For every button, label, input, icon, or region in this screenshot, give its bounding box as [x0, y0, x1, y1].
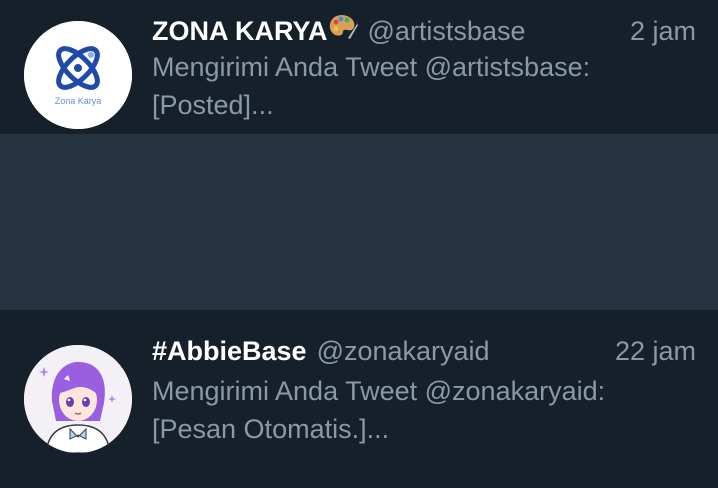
- message-preview: Mengirimi Anda Tweet @zonakaryaid: [Pesa…: [152, 376, 606, 444]
- timestamp: 2 jam: [629, 16, 696, 46]
- zona-karya-logo-icon: Zona Karya: [24, 21, 132, 129]
- avatar[interactable]: Zona Karya: [24, 21, 132, 129]
- artist-palette-icon: [328, 12, 358, 40]
- sender-handle: @zonakaryaid: [316, 336, 490, 366]
- conversation-header: ZONA KARYA @artistsbase 2 jam: [152, 12, 696, 46]
- section-divider: [0, 134, 718, 310]
- logo-text: Zona Karya: [55, 96, 102, 106]
- conversation-header: #AbbieBase @zonakaryaid 22 jam: [152, 336, 696, 370]
- conversation-item[interactable]: #AbbieBase @zonakaryaid 22 jam Mengirimi…: [0, 310, 718, 488]
- anime-girl-avatar-icon: [24, 345, 132, 453]
- sender-name[interactable]: ZONA KARYA: [152, 16, 328, 47]
- conversation-item[interactable]: Zona Karya ZONA KARYA @artistsbase 2 jam…: [0, 0, 718, 134]
- sender-name[interactable]: #AbbieBase: [152, 336, 307, 367]
- avatar[interactable]: [24, 345, 132, 453]
- sender-handle: @artistsbase: [367, 16, 526, 46]
- message-preview: Mengirimi Anda Tweet @artistsbase: [Post…: [152, 52, 591, 120]
- timestamp: 22 jam: [614, 336, 696, 366]
